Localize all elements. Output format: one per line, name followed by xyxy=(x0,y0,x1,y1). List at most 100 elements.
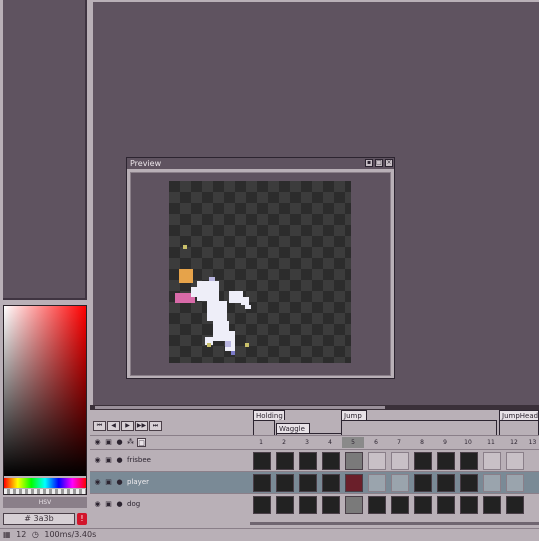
layer-name[interactable]: player xyxy=(127,477,149,488)
tag-waggle[interactable]: Waggle xyxy=(276,423,310,433)
alpha-slider[interactable] xyxy=(4,489,86,494)
cel[interactable] xyxy=(460,452,478,470)
lock-icon[interactable]: ▣ xyxy=(104,500,113,509)
frame-number[interactable]: 12 xyxy=(503,437,525,448)
left-top-panel xyxy=(3,0,87,300)
cel[interactable] xyxy=(437,496,455,514)
cel[interactable] xyxy=(414,496,432,514)
preview-maximize-button[interactable]: □ xyxy=(375,159,383,167)
cel[interactable] xyxy=(276,474,294,492)
frame-number[interactable]: 4 xyxy=(319,437,341,448)
lock-icon[interactable]: ▣ xyxy=(104,478,113,487)
cel[interactable] xyxy=(299,496,317,514)
cel[interactable] xyxy=(322,496,340,514)
onion-skin-icon[interactable]: □ xyxy=(137,438,146,447)
cel-empty[interactable] xyxy=(483,474,501,492)
cel[interactable] xyxy=(253,452,271,470)
frame-number[interactable]: 9 xyxy=(434,437,456,448)
frame-number-active[interactable]: 5 xyxy=(342,437,364,448)
next-frame-button[interactable]: ▶▶ xyxy=(135,421,148,431)
preview-window[interactable]: Preview ▪ □ × xyxy=(126,157,395,379)
tag-jump[interactable]: Jump xyxy=(341,410,367,420)
cel[interactable] xyxy=(322,474,340,492)
cel[interactable] xyxy=(368,496,386,514)
lock-header-icon[interactable]: ▣ xyxy=(104,438,113,447)
eye-icon[interactable]: ◉ xyxy=(93,478,102,487)
cel[interactable] xyxy=(299,452,317,470)
cel[interactable] xyxy=(391,496,409,514)
cel-active[interactable] xyxy=(345,474,363,492)
cel-empty[interactable] xyxy=(506,474,524,492)
status-bar: ▦ 12 ◷ 100ms/3.40s xyxy=(0,528,539,541)
lock-icon[interactable]: ▣ xyxy=(104,456,113,465)
cel-empty[interactable] xyxy=(368,452,386,470)
layer-row-frisbee[interactable]: ◉ ▣ ● frisbee xyxy=(90,449,539,471)
frame-number[interactable]: 11 xyxy=(480,437,502,448)
frame-number[interactable]: 8 xyxy=(411,437,433,448)
preview-minimize-button[interactable]: ▪ xyxy=(365,159,373,167)
hex-color-field[interactable]: # 3a3b xyxy=(3,513,75,525)
previous-frame-button[interactable]: ◀ xyxy=(107,421,120,431)
frame-number[interactable]: 13 xyxy=(526,437,539,448)
frame-number[interactable]: 1 xyxy=(250,437,272,448)
cel[interactable] xyxy=(276,452,294,470)
hue-slider[interactable] xyxy=(4,478,86,488)
cel-empty[interactable] xyxy=(391,474,409,492)
tag-holding[interactable]: Holding xyxy=(253,410,285,420)
layer-name[interactable]: frisbee xyxy=(127,455,151,466)
cel[interactable] xyxy=(322,452,340,470)
visibility-header-icon[interactable]: ◉ xyxy=(93,438,102,447)
cel[interactable] xyxy=(414,452,432,470)
eye-icon[interactable]: ◉ xyxy=(93,456,102,465)
cel-active[interactable] xyxy=(345,496,363,514)
transparency-checkerboard xyxy=(169,181,351,363)
cel[interactable] xyxy=(437,474,455,492)
frame-number[interactable]: 3 xyxy=(296,437,318,448)
continuous-icon[interactable]: ● xyxy=(115,456,124,465)
preview-close-button[interactable]: × xyxy=(385,159,393,167)
cel[interactable] xyxy=(483,496,501,514)
cel[interactable] xyxy=(299,474,317,492)
timeline-scrollbar[interactable] xyxy=(250,522,539,525)
tag-jumphead[interactable]: JumpHead xyxy=(499,410,539,420)
cel-empty[interactable] xyxy=(506,452,524,470)
layer-row-dog[interactable]: ◉ ▣ ● dog xyxy=(90,493,539,515)
play-button[interactable]: ▶ xyxy=(121,421,134,431)
link-header-icon[interactable]: ⁂ xyxy=(126,438,135,447)
cel[interactable] xyxy=(414,474,432,492)
cel[interactable] xyxy=(253,496,271,514)
frame-number[interactable]: 10 xyxy=(457,437,479,448)
color-picker[interactable] xyxy=(3,305,87,495)
cel[interactable] xyxy=(253,474,271,492)
continuous-header-icon[interactable]: ● xyxy=(115,438,124,447)
preview-title[interactable]: Preview xyxy=(127,158,394,169)
layer-row-player[interactable]: ◉ ▣ ● player xyxy=(90,471,539,493)
frame-number[interactable]: 2 xyxy=(273,437,295,448)
cel-empty[interactable] xyxy=(391,452,409,470)
layer-name[interactable]: dog xyxy=(127,499,140,510)
cel[interactable] xyxy=(460,474,478,492)
cel-empty[interactable] xyxy=(483,452,501,470)
app-window: HSV # 3a3b ! Preview ▪ □ × ⏮ ◀ ▶ ▶▶ ⏭ Ho… xyxy=(0,0,539,541)
cel[interactable] xyxy=(437,452,455,470)
hsv-mode-label[interactable]: HSV xyxy=(3,497,87,508)
scrollbar-thumb[interactable] xyxy=(95,406,385,409)
canvas-horizontal-scrollbar[interactable] xyxy=(90,405,539,410)
warning-icon[interactable]: ! xyxy=(77,513,87,525)
continuous-icon[interactable]: ● xyxy=(115,478,124,487)
cel[interactable] xyxy=(460,496,478,514)
eye-icon[interactable]: ◉ xyxy=(93,500,102,509)
continuous-icon[interactable]: ● xyxy=(115,500,124,509)
cel-active[interactable] xyxy=(345,452,363,470)
last-frame-button[interactable]: ⏭ xyxy=(149,421,162,431)
frame-number[interactable]: 7 xyxy=(388,437,410,448)
cel[interactable] xyxy=(506,496,524,514)
clock-icon: ◷ xyxy=(31,530,39,539)
playback-controls: ⏮ ◀ ▶ ▶▶ ⏭ xyxy=(93,421,162,431)
animation-timeline: ⏮ ◀ ▶ ▶▶ ⏭ Holding Waggle Jump JumpHead … xyxy=(90,405,539,528)
frame-number[interactable]: 6 xyxy=(365,437,387,448)
cel[interactable] xyxy=(276,496,294,514)
first-frame-button[interactable]: ⏮ xyxy=(93,421,106,431)
saturation-value-box[interactable] xyxy=(4,306,86,476)
cel-empty[interactable] xyxy=(368,474,386,492)
